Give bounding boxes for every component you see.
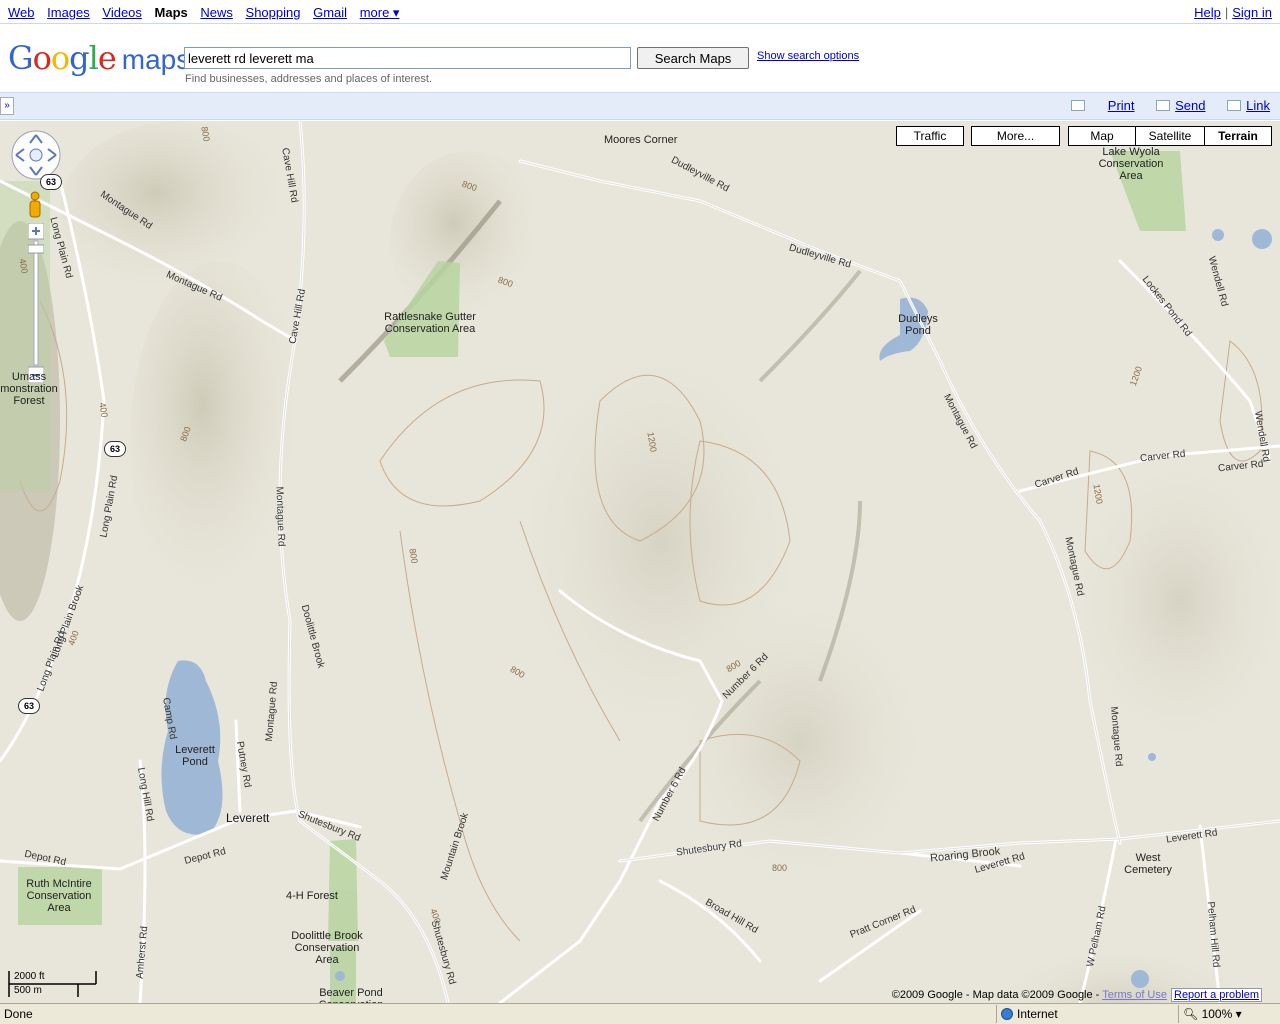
terrain-layer bbox=[0, 121, 1280, 1003]
print-link[interactable]: Print bbox=[1108, 98, 1135, 113]
help-link[interactable]: Help bbox=[1194, 5, 1221, 20]
copyright: ©2009 Google - Map data ©2009 Google - T… bbox=[891, 988, 1262, 1002]
signin-link[interactable]: Sign in bbox=[1232, 5, 1272, 20]
nav-images[interactable]: Images bbox=[47, 5, 90, 20]
place-ruth-mcintire: Ruth McIntire Conservation Area bbox=[26, 878, 92, 914]
printer-icon bbox=[1070, 100, 1085, 111]
collapse-panel-button[interactable]: » bbox=[0, 97, 14, 115]
search-maps-button[interactable]: Search Maps bbox=[637, 47, 749, 69]
place-doolittle-brook-ca: Doolittle Brook Conservation Area bbox=[291, 930, 363, 966]
globe-icon bbox=[1001, 1008, 1013, 1020]
send-link-wrap[interactable]: Send bbox=[1156, 98, 1206, 113]
header: Googlemaps Search Maps Show search optio… bbox=[0, 25, 1280, 92]
route-shield: 63 bbox=[104, 441, 126, 457]
place-label: Moores Corner bbox=[604, 134, 678, 146]
zoom-slider[interactable] bbox=[28, 223, 44, 383]
terms-of-use-link[interactable]: Terms of Use bbox=[1102, 989, 1167, 1001]
place-west-cemetery: West Cemetery bbox=[1124, 852, 1172, 876]
traffic-button[interactable]: Traffic bbox=[896, 126, 964, 146]
search-input[interactable] bbox=[184, 47, 631, 69]
logo-letter: o bbox=[50, 39, 70, 77]
place-rattlesnake-gutter: Rattlesnake Gutter Conservation Area bbox=[384, 311, 476, 335]
town-leverett: Leverett bbox=[226, 811, 270, 825]
link-link-wrap[interactable]: Link bbox=[1227, 98, 1270, 113]
logo-letter: g bbox=[69, 39, 90, 77]
map-canvas[interactable]: Traffic More... Map Satellite Terrain 63… bbox=[0, 121, 1280, 1003]
route-shield: 63 bbox=[40, 174, 62, 190]
nav-gmail[interactable]: Gmail bbox=[313, 5, 347, 20]
report-problem-link[interactable]: Report a problem bbox=[1171, 988, 1262, 1002]
map-type-map-button[interactable]: Map bbox=[1068, 126, 1136, 146]
account-links: Help | Sign in bbox=[1194, 5, 1272, 20]
scale-imperial: 2000 ft bbox=[14, 971, 45, 982]
browser-status-bar: Done Internet 🔍︎ 100% ▾ bbox=[0, 1003, 1280, 1024]
link-link[interactable]: Link bbox=[1246, 98, 1270, 113]
place-lake-wyola: Lake Wyola Conservation Area bbox=[1098, 146, 1164, 182]
hand-icon bbox=[29, 148, 43, 162]
nav-more[interactable]: more ▾ bbox=[360, 5, 400, 20]
contour-label: 800 bbox=[772, 863, 788, 873]
zoom-value: 100% bbox=[1201, 1007, 1233, 1021]
map-type-satellite-button[interactable]: Satellite bbox=[1135, 126, 1205, 146]
route-shield: 63 bbox=[18, 698, 40, 714]
logo-letter: l bbox=[88, 39, 99, 77]
logo-maps: maps bbox=[121, 44, 191, 75]
nav-videos[interactable]: Videos bbox=[102, 5, 142, 20]
scale-bar: 2000 ft 500 m bbox=[8, 971, 98, 997]
place-4h-forest: 4-H Forest bbox=[286, 890, 338, 902]
place-leverett-pond: Leverett Pond bbox=[175, 744, 215, 768]
logo-letter: G bbox=[8, 39, 34, 77]
search-hint: Find businesses, addresses and places of… bbox=[185, 73, 433, 85]
separator: | bbox=[1224, 5, 1229, 20]
zone-label: Internet bbox=[1017, 1007, 1058, 1021]
google-maps-logo[interactable]: Google maps bbox=[8, 39, 190, 77]
send-link[interactable]: Send bbox=[1175, 98, 1205, 113]
place-dudleys-pond: Dudleys Pond bbox=[898, 313, 938, 337]
chain-link-icon bbox=[1227, 100, 1242, 111]
nav-web[interactable]: Web bbox=[8, 5, 35, 20]
product-links: Web Images Videos Maps News Shopping Gma… bbox=[8, 5, 408, 21]
place-beaver-pond: Beaver Pond Conservation bbox=[319, 987, 384, 1003]
security-zone: Internet bbox=[996, 1005, 1176, 1023]
logo-letter: e bbox=[97, 39, 117, 77]
map-type-terrain-button[interactable]: Terrain bbox=[1204, 126, 1272, 146]
logo-letter: o bbox=[32, 39, 52, 77]
place-umass-forest: Umass monstration Forest bbox=[0, 371, 58, 407]
top-navigation: Web Images Videos Maps News Shopping Gma… bbox=[0, 0, 1280, 24]
nav-shopping[interactable]: Shopping bbox=[246, 5, 301, 20]
status-text: Done bbox=[4, 1007, 33, 1021]
scale-metric: 500 m bbox=[14, 985, 42, 996]
envelope-icon bbox=[1156, 100, 1171, 111]
nav-maps: Maps bbox=[154, 5, 188, 20]
road-label: Montague Rd bbox=[273, 486, 287, 547]
zoom-level[interactable]: 🔍︎ 100% ▾ bbox=[1178, 1005, 1278, 1023]
map-toolbar: » Print Send Link bbox=[0, 92, 1280, 120]
zoom-handle bbox=[28, 244, 44, 254]
nav-news[interactable]: News bbox=[200, 5, 233, 20]
show-search-options-link[interactable]: Show search options bbox=[757, 50, 859, 62]
toolbar-links: Print Send Link bbox=[1070, 98, 1270, 113]
copyright-text: ©2009 Google - Map data ©2009 Google - bbox=[891, 989, 1103, 1001]
magnifier-icon: 🔍︎ bbox=[1183, 1007, 1199, 1021]
pegman-icon[interactable] bbox=[26, 191, 44, 219]
more-layers-button[interactable]: More... bbox=[971, 126, 1060, 146]
place-moores-corner: Moores Corner bbox=[604, 134, 678, 146]
